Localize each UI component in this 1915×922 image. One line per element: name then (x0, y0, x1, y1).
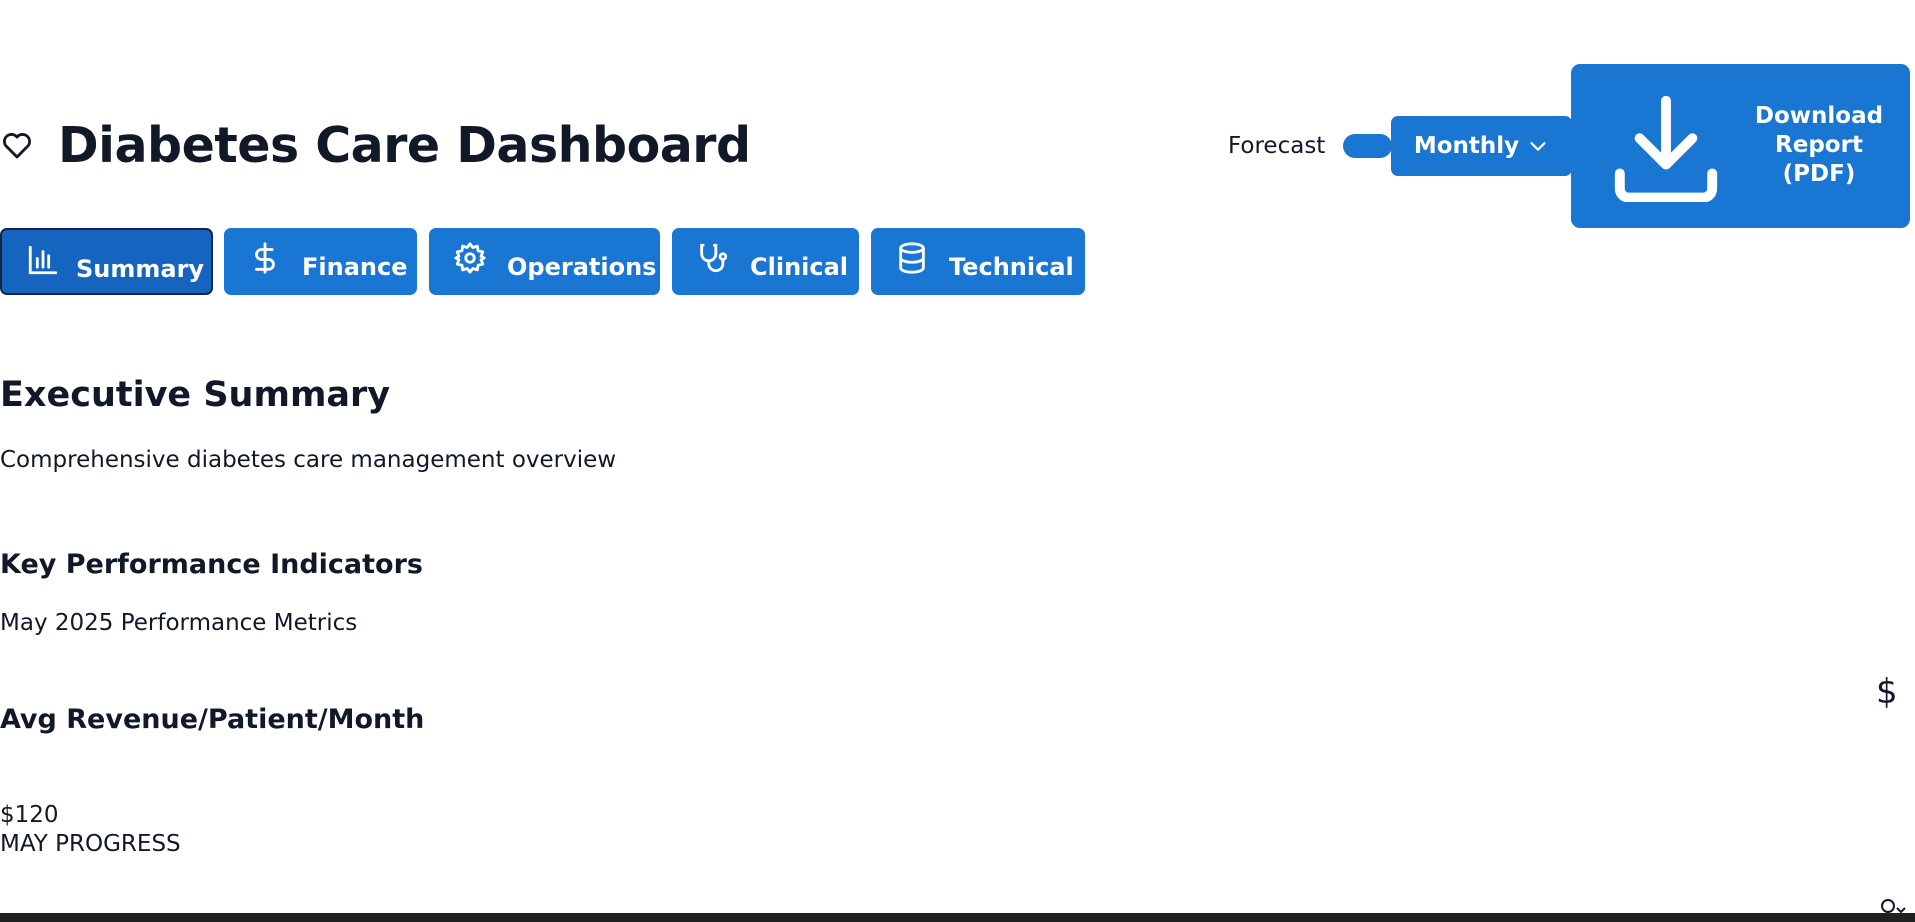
download-report-button[interactable]: Download Report (PDF) (1571, 64, 1910, 228)
page-title: Diabetes Care Dashboard (58, 117, 751, 174)
tab-technical[interactable]: Technical (871, 228, 1085, 295)
tab-summary[interactable]: Summary (0, 228, 213, 295)
period-select-value: Monthly (1413, 133, 1520, 159)
tab-label: Finance (302, 253, 408, 281)
forecast-toggle[interactable] (1343, 134, 1392, 158)
download-icon (1614, 95, 1718, 202)
dashboard-page: Diabetes Care Dashboard Forecast Monthly… (0, 0, 1915, 922)
metric-title: Avg Revenue/Patient/Month (0, 704, 425, 735)
heart-icon (3, 132, 31, 159)
tab-label: Summary (76, 255, 205, 283)
tab-finance[interactable]: Finance (224, 228, 417, 295)
kpi-heading: Key Performance Indicators (0, 549, 423, 580)
download-report-label: Download Report (PDF) (1754, 103, 1884, 187)
section-title: Executive Summary (0, 375, 391, 415)
chevron-down-icon (1530, 142, 1546, 151)
period-select[interactable]: Monthly (1391, 116, 1572, 176)
metric-value: $120 (0, 802, 59, 828)
metric-progress-label: MAY PROGRESS (0, 831, 181, 857)
tab-label: Technical (949, 253, 1074, 281)
tab-clinical[interactable]: Clinical (672, 228, 859, 295)
kpi-period: May 2025 Performance Metrics (0, 610, 358, 636)
forecast-label: Forecast (1228, 133, 1326, 159)
bottom-bar (0, 913, 1915, 922)
tab-operations[interactable]: Operations (429, 228, 660, 295)
dollar-sign-icon: $ (1876, 672, 1898, 712)
section-subtitle: Comprehensive diabetes care management o… (0, 447, 617, 473)
tab-label: Operations (507, 253, 657, 281)
tab-label: Clinical (750, 253, 849, 281)
